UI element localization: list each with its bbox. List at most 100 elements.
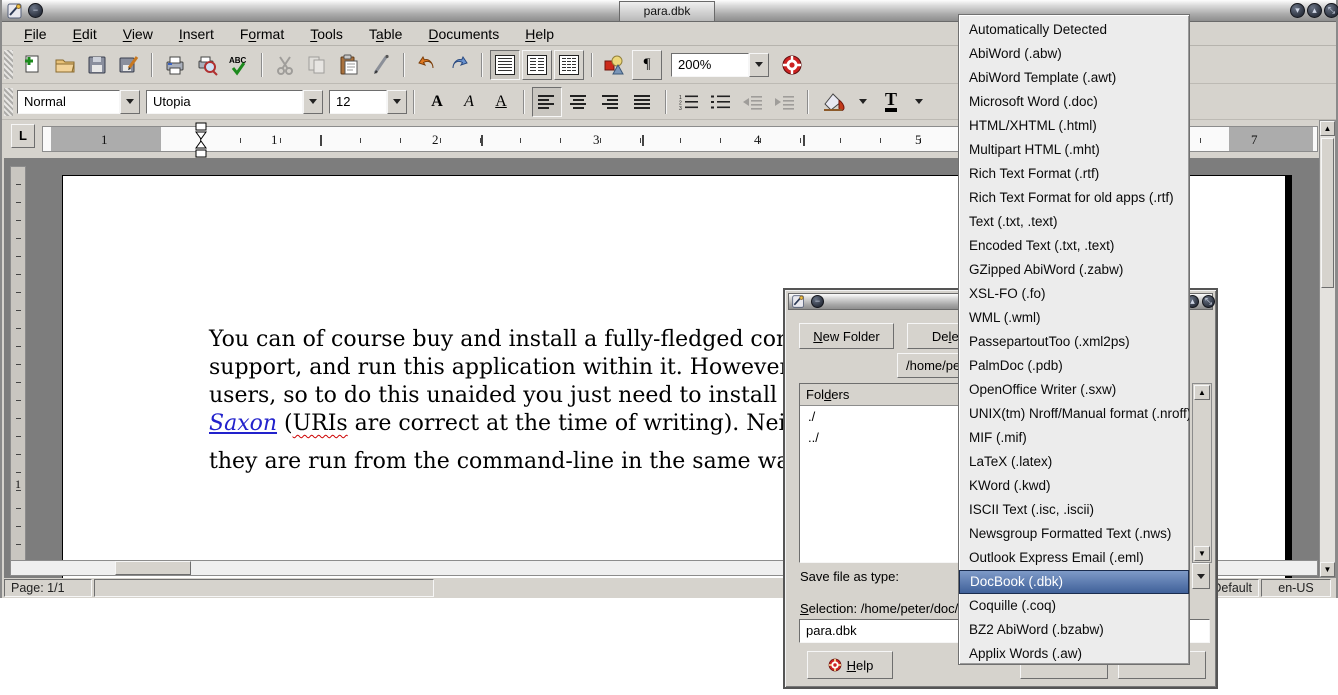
hscroll-thumb[interactable] [115, 561, 191, 575]
paste-button[interactable] [334, 50, 364, 80]
font-dropdown-arrow[interactable] [303, 90, 323, 114]
menu-edit[interactable]: Edit [61, 24, 109, 44]
font-size-dropdown-arrow[interactable] [387, 90, 407, 114]
font-color-dropdown[interactable] [910, 87, 928, 117]
scroll-down-icon[interactable]: ▼ [1194, 546, 1210, 561]
file-type-option[interactable]: Rich Text Format for old apps (.rtf) [959, 186, 1189, 210]
file-type-option[interactable]: PalmDoc (.pdb) [959, 354, 1189, 378]
scroll-down-icon[interactable]: ▼ [1320, 562, 1335, 577]
align-justify-button[interactable] [628, 87, 658, 117]
copy-button[interactable] [302, 50, 332, 80]
cut-button[interactable] [270, 50, 300, 80]
file-type-option[interactable]: WML (.wml) [959, 306, 1189, 330]
highlight-color-button[interactable] [816, 87, 852, 117]
menu-view[interactable]: View [111, 24, 165, 44]
file-type-option[interactable]: Automatically Detected [959, 18, 1189, 42]
file-type-option[interactable]: AbiWord Template (.awt) [959, 66, 1189, 90]
menu-help[interactable]: Help [513, 24, 566, 44]
folders-list[interactable]: Folders ./../ [799, 383, 965, 563]
print-button[interactable] [160, 50, 190, 80]
scroll-up-icon[interactable]: ▲ [1194, 385, 1210, 400]
maximize-icon[interactable]: ▴ [1307, 3, 1322, 18]
file-type-option[interactable]: OpenOffice Writer (.sxw) [959, 378, 1189, 402]
menu-table[interactable]: Table [357, 24, 414, 44]
view-web-layout-button[interactable] [522, 50, 552, 80]
indent-marker[interactable] [193, 122, 209, 158]
dialog-help-button[interactable]: Help [807, 651, 893, 679]
file-type-option[interactable]: UNIX(tm) Nroff/Manual format (.nroff) [959, 402, 1189, 426]
hyperlink[interactable]: Saxon [209, 411, 277, 436]
font-size-combo[interactable]: 12 [329, 90, 407, 114]
format-painter-button[interactable] [366, 50, 396, 80]
zoom-combo[interactable]: 200% [671, 53, 769, 77]
file-type-option[interactable]: XSL-FO (.fo) [959, 282, 1189, 306]
file-type-option[interactable]: Encoded Text (.txt, .text) [959, 234, 1189, 258]
file-type-option[interactable]: Multipart HTML (.mht) [959, 138, 1189, 162]
file-type-option[interactable]: LaTeX (.latex) [959, 450, 1189, 474]
file-type-option[interactable]: AbiWord (.abw) [959, 42, 1189, 66]
open-file-button[interactable] [50, 50, 80, 80]
folder-item[interactable]: ./ [800, 406, 964, 427]
file-type-option-selected[interactable]: DocBook (.dbk) [959, 570, 1189, 594]
spellcheck-button[interactable]: ABC [224, 50, 254, 80]
style-dropdown-arrow[interactable] [120, 90, 140, 114]
file-type-option[interactable]: PassepartoutToo (.xml2ps) [959, 330, 1189, 354]
align-left-button[interactable] [532, 87, 562, 117]
file-type-option[interactable]: Text (.txt, .text) [959, 210, 1189, 234]
close-icon[interactable]: ⤡ [1202, 295, 1215, 308]
bold-button[interactable]: A [422, 87, 452, 117]
file-type-option[interactable]: Rich Text Format (.rtf) [959, 162, 1189, 186]
file-type-option[interactable]: BZ2 AbiWord (.bzabw) [959, 618, 1189, 642]
align-right-button[interactable] [596, 87, 626, 117]
font-value[interactable]: Utopia [146, 90, 303, 114]
numbered-list-button[interactable]: 123 [674, 87, 704, 117]
toolbar-grippy[interactable] [4, 50, 13, 80]
show-formatting-marks-button[interactable]: ¶ [632, 50, 662, 80]
align-center-button[interactable] [564, 87, 594, 117]
vertical-ruler[interactable]: 1 [10, 166, 26, 570]
view-normal-layout-button[interactable] [490, 50, 520, 80]
scroll-up-icon[interactable]: ▲ [1320, 121, 1335, 136]
toolbar-grippy[interactable] [4, 88, 13, 116]
menu-file[interactable]: File [12, 24, 59, 44]
close-icon[interactable]: ⤡ [1324, 3, 1338, 18]
underline-button[interactable]: A [486, 87, 516, 117]
folder-item[interactable]: ../ [800, 427, 964, 448]
minimize-icon[interactable]: ▾ [1290, 3, 1305, 18]
menu-documents[interactable]: Documents [416, 24, 511, 44]
menu-tools[interactable]: Tools [298, 24, 355, 44]
italic-button[interactable]: A [454, 87, 484, 117]
view-print-layout-button[interactable] [554, 50, 584, 80]
vertical-scrollbar[interactable]: ▲ ▼ [1319, 120, 1336, 578]
files-list-scrollbar[interactable]: ▲ ▼ [1192, 383, 1212, 563]
file-type-option[interactable]: MIF (.mif) [959, 426, 1189, 450]
new-folder-button[interactable]: New Folder [799, 323, 894, 349]
tab-stop-selector[interactable]: L [11, 124, 35, 148]
file-type-option[interactable]: ISCII Text (.isc, .iscii) [959, 498, 1189, 522]
file-type-option[interactable]: GZipped AbiWord (.zabw) [959, 258, 1189, 282]
vscroll-thumb[interactable] [1321, 138, 1334, 288]
zoom-value[interactable]: 200% [671, 53, 749, 77]
save-as-button[interactable] [114, 50, 144, 80]
file-type-option[interactable]: Microsoft Word (.doc) [959, 90, 1189, 114]
file-type-option[interactable]: Outlook Express Email (.eml) [959, 546, 1189, 570]
decrease-indent-button[interactable] [738, 87, 768, 117]
increase-indent-button[interactable] [770, 87, 800, 117]
font-color-button[interactable]: T [874, 87, 908, 117]
file-type-option[interactable]: Coquille (.coq) [959, 594, 1189, 618]
window-menu-button[interactable]: − [811, 295, 824, 308]
zoom-dropdown-arrow[interactable] [749, 53, 769, 77]
new-document-button[interactable] [18, 50, 48, 80]
file-type-option[interactable]: Newsgroup Formatted Text (.nws) [959, 522, 1189, 546]
menu-insert[interactable]: Insert [167, 24, 226, 44]
highlight-color-dropdown[interactable] [854, 87, 872, 117]
file-type-option[interactable]: KWord (.kwd) [959, 474, 1189, 498]
save-button[interactable] [82, 50, 112, 80]
font-combo[interactable]: Utopia [146, 90, 323, 114]
print-preview-button[interactable] [192, 50, 222, 80]
window-menu-button[interactable]: − [28, 3, 43, 18]
language-indicator[interactable]: en-US [1261, 579, 1331, 597]
font-size-value[interactable]: 12 [329, 90, 387, 114]
help-button[interactable] [777, 50, 807, 80]
file-type-option[interactable]: Applix Words (.aw) [959, 642, 1189, 666]
